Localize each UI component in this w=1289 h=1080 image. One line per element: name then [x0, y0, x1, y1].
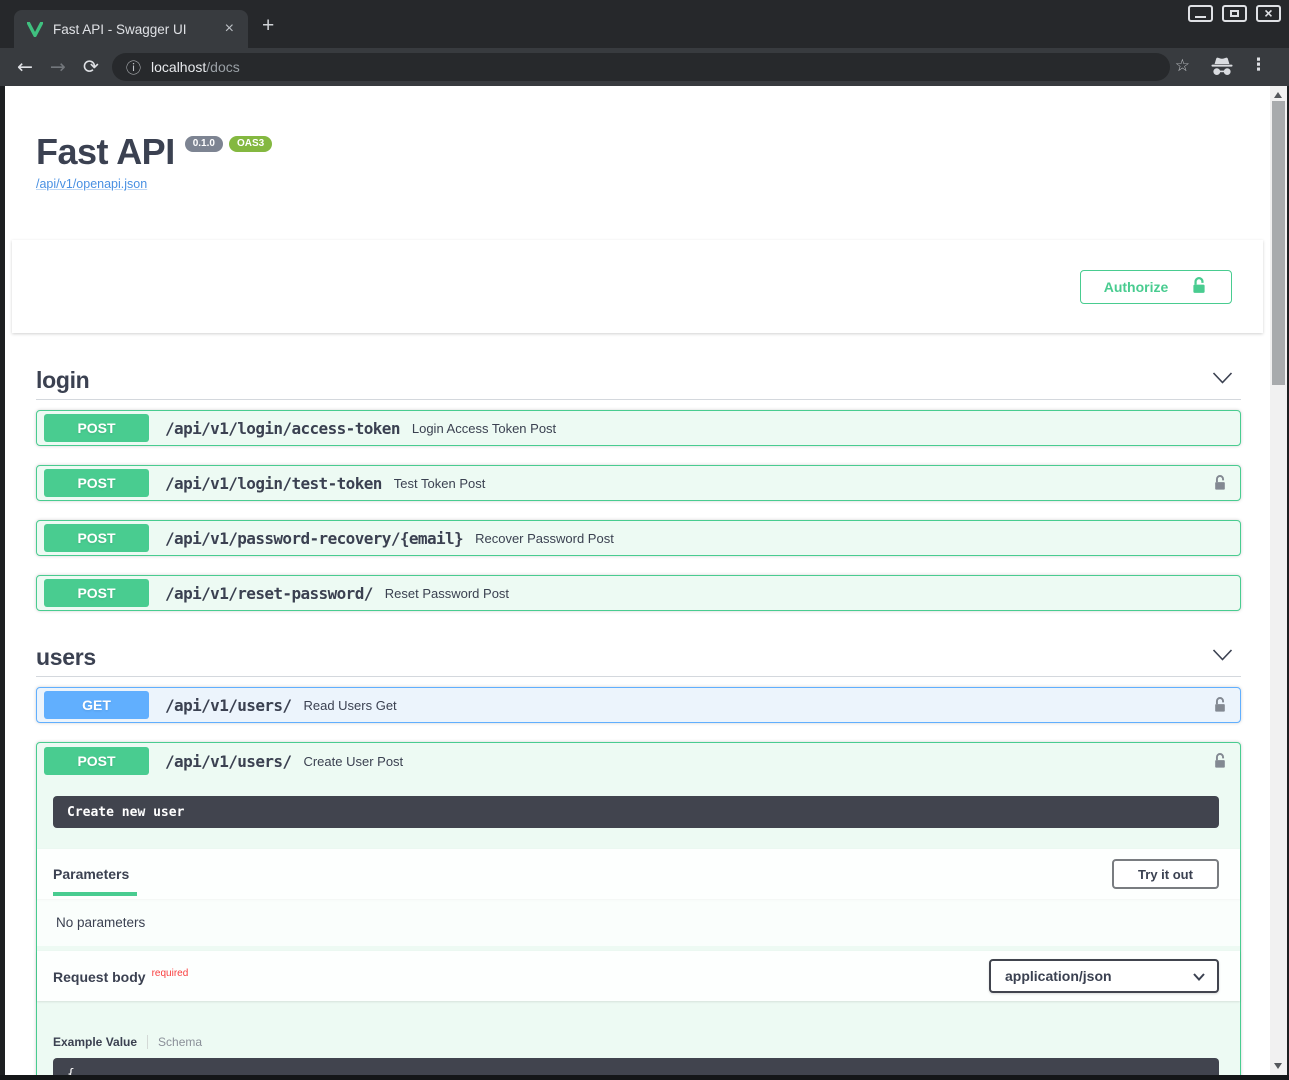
- api-info: Fast API 0.1.0 OAS3 /api/v1/openapi.json: [36, 135, 1270, 191]
- window-close-button[interactable]: ×: [1256, 5, 1281, 22]
- divider: [147, 1035, 148, 1049]
- section-title: users: [36, 644, 96, 671]
- new-tab-button[interactable]: +: [262, 16, 274, 36]
- op-path: /api/v1/login/test-token: [165, 474, 382, 493]
- page-info-icon[interactable]: ⓘ: [126, 57, 141, 78]
- method-badge: POST: [44, 469, 149, 497]
- op-summary: Recover Password Post: [475, 531, 614, 546]
- page-scrollbar[interactable]: [1270, 86, 1287, 1075]
- browser-menu-icon[interactable]: ⋮: [1250, 55, 1267, 75]
- example-code-block[interactable]: {: [53, 1058, 1219, 1075]
- window-minimize-button[interactable]: [1188, 5, 1213, 22]
- minimize-icon: [1195, 16, 1206, 18]
- back-button[interactable]: ←: [17, 56, 33, 78]
- opblock-reset-password[interactable]: POST /api/v1/reset-password/ Reset Passw…: [36, 575, 1241, 611]
- section-title: login: [36, 367, 89, 394]
- op-path: /api/v1/login/access-token: [165, 419, 400, 438]
- method-badge: GET: [44, 691, 149, 719]
- op-summary: Test Token Post: [394, 476, 486, 491]
- method-badge: POST: [44, 579, 149, 607]
- opblock-read-users[interactable]: GET /api/v1/users/ Read Users Get: [36, 687, 1241, 723]
- parameters-header: Parameters Try it out: [37, 849, 1240, 899]
- section-login: login POST /api/v1/login/access-token Lo…: [36, 361, 1241, 611]
- scheme-container: Authorize: [12, 240, 1263, 333]
- op-summary: Read Users Get: [303, 698, 396, 713]
- op-summary: Create User Post: [303, 754, 403, 769]
- section-header-login[interactable]: login: [36, 361, 1241, 400]
- url-path: /docs: [206, 59, 239, 75]
- no-parameters-text: No parameters: [37, 899, 1240, 946]
- incognito-icon: [1210, 57, 1234, 82]
- oas-badge: OAS3: [229, 136, 272, 152]
- swagger-page: Fast API 0.1.0 OAS3 /api/v1/openapi.json…: [5, 86, 1270, 1075]
- page-title: Fast API: [36, 135, 175, 169]
- forward-button[interactable]: →: [50, 56, 66, 78]
- window-frame-left: [0, 86, 5, 1080]
- request-body-header: Request bodyrequired application/json: [37, 951, 1240, 1001]
- op-summary: Login Access Token Post: [412, 421, 556, 436]
- browser-tab[interactable]: Fast API - Swagger UI ×: [14, 10, 248, 48]
- scrollbar-up-arrow[interactable]: [1274, 92, 1282, 98]
- browser-titlebar: Fast API - Swagger UI × + ×: [0, 0, 1289, 48]
- op-path: /api/v1/users/: [165, 696, 291, 715]
- scrollbar-down-arrow[interactable]: [1274, 1063, 1282, 1069]
- window-frame-bottom: [0, 1075, 1289, 1080]
- method-badge: POST: [44, 747, 149, 775]
- version-badge: 0.1.0: [185, 136, 223, 152]
- chevron-down-icon[interactable]: [1212, 371, 1233, 389]
- op-path: /api/v1/password-recovery/{email}: [165, 529, 463, 548]
- op-summary: Reset Password Post: [385, 586, 509, 601]
- opblock-create-user-header[interactable]: POST /api/v1/users/ Create User Post: [37, 743, 1240, 779]
- select-chevron-icon: [1193, 968, 1205, 984]
- parameters-tab[interactable]: Parameters: [53, 849, 129, 899]
- method-badge: POST: [44, 414, 149, 442]
- authorize-label: Authorize: [1104, 279, 1169, 295]
- opblock-password-recovery[interactable]: POST /api/v1/password-recovery/{email} R…: [36, 520, 1241, 556]
- url-bar[interactable]: ⓘ localhost/docs: [112, 53, 1170, 81]
- media-type-select[interactable]: application/json: [989, 959, 1219, 993]
- operation-description: Create new user: [53, 796, 1219, 828]
- tab-title: Fast API - Swagger UI: [53, 22, 221, 37]
- request-body-label: Request bodyrequired: [53, 968, 188, 985]
- window-maximize-button[interactable]: [1222, 5, 1247, 22]
- url-host: localhost: [151, 59, 206, 75]
- schema-tab[interactable]: Schema: [158, 1035, 202, 1049]
- example-value-tab[interactable]: Example Value: [53, 1035, 137, 1049]
- section-header-users[interactable]: users: [36, 638, 1241, 677]
- opblock-login-access-token[interactable]: POST /api/v1/login/access-token Login Ac…: [36, 410, 1241, 446]
- maximize-icon: [1230, 10, 1239, 17]
- browser-toolbar: ← → ⟳ ⓘ localhost/docs ☆ ⋮: [0, 48, 1289, 86]
- opblock-create-user-expanded: POST /api/v1/users/ Create User Post Cre…: [36, 742, 1241, 1075]
- tab-close-icon[interactable]: ×: [221, 21, 238, 37]
- op-path: /api/v1/reset-password/: [165, 584, 373, 603]
- unlock-icon: [1190, 276, 1208, 298]
- chevron-down-icon[interactable]: [1212, 648, 1233, 666]
- authorize-button[interactable]: Authorize: [1080, 270, 1232, 304]
- op-path: /api/v1/users/: [165, 752, 291, 771]
- section-users: users GET /api/v1/users/ Read Users Get …: [36, 638, 1241, 1075]
- auth-lock-icon[interactable]: [1213, 696, 1227, 714]
- auth-lock-icon[interactable]: [1213, 474, 1227, 492]
- auth-lock-icon[interactable]: [1213, 752, 1227, 770]
- model-example-tabs: Example Value Schema: [53, 1034, 1240, 1050]
- reload-button[interactable]: ⟳: [83, 56, 99, 78]
- openapi-spec-link[interactable]: /api/v1/openapi.json: [36, 177, 1270, 191]
- swagger-favicon-icon: [26, 20, 44, 38]
- opblock-login-test-token[interactable]: POST /api/v1/login/test-token Test Token…: [36, 465, 1241, 501]
- try-it-out-button[interactable]: Try it out: [1112, 859, 1219, 889]
- close-icon: ×: [1264, 8, 1272, 19]
- required-marker: required: [152, 968, 189, 979]
- scrollbar-thumb[interactable]: [1272, 101, 1285, 385]
- method-badge: POST: [44, 524, 149, 552]
- media-type-value: application/json: [1005, 968, 1112, 984]
- bookmark-star-icon[interactable]: ☆: [1175, 56, 1190, 76]
